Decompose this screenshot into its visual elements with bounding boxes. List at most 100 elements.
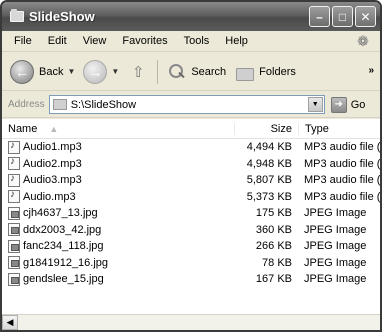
close-button[interactable]: ✕ [355, 6, 376, 27]
file-name-cell: Audio2.mp3 [2, 157, 234, 171]
file-size: 266 KB [255, 240, 292, 253]
toolbar-overflow-chevron[interactable]: » [368, 65, 374, 76]
address-bar: Address S:\SlideShow ▼ ➜ Go [2, 92, 380, 118]
image-file-icon [8, 272, 20, 286]
menu-file[interactable]: File [6, 35, 40, 47]
folders-button[interactable]: Folders [230, 62, 300, 82]
image-file-icon [8, 223, 20, 237]
file-name: ddx2003_42.jpg [23, 223, 102, 236]
search-icon [166, 62, 186, 82]
horizontal-scrollbar[interactable]: ◀ [2, 314, 380, 330]
file-name-cell: g1841912_16.jpg [2, 256, 234, 270]
up-button[interactable]: ⇧ [123, 61, 153, 83]
table-row[interactable]: Audio.mp3 5,373 KB MP3 audio file ( [2, 189, 380, 206]
file-type: MP3 audio file ( [304, 157, 380, 170]
file-name-cell: Audio1.mp3 [2, 140, 234, 154]
menu-view[interactable]: View [75, 35, 115, 47]
image-file-icon [8, 256, 20, 270]
windows-flag-icon: ❁ [357, 33, 369, 49]
folder-up-icon: ⇧ [132, 63, 145, 81]
file-size: 5,807 KB [246, 174, 292, 187]
column-header-name[interactable]: Name ▲ [2, 123, 234, 135]
file-size: 4,494 KB [246, 141, 292, 154]
address-label: Address [8, 99, 45, 110]
file-name-cell: ddx2003_42.jpg [2, 223, 234, 237]
file-type: MP3 audio file ( [304, 174, 380, 187]
audio-file-icon [8, 157, 20, 171]
file-name: gendslee_15.jpg [23, 273, 104, 286]
file-size: 167 KB [255, 273, 292, 286]
forward-dropdown-icon[interactable]: ▼ [111, 67, 119, 76]
menu-help[interactable]: Help [217, 35, 256, 47]
table-row[interactable]: ddx2003_42.jpg 360 KB JPEG Image [2, 222, 380, 239]
file-size: 360 KB [255, 223, 292, 236]
file-name: Audio.mp3 [23, 190, 76, 203]
file-name: fanc234_118.jpg [23, 240, 104, 253]
scroll-left-icon[interactable]: ◀ [2, 315, 18, 330]
forward-button[interactable]: → ▼ [79, 59, 123, 84]
title-bar[interactable]: SlideShow – □ ✕ [2, 2, 380, 31]
table-row[interactable]: cjh4637_13.jpg 175 KB JPEG Image [2, 205, 380, 222]
go-button[interactable]: ➜ Go [330, 96, 366, 113]
table-row[interactable]: gendslee_15.jpg 167 KB JPEG Image [2, 271, 380, 288]
go-arrow-icon: ➜ [330, 96, 347, 113]
file-size: 5,373 KB [246, 190, 292, 203]
file-type: MP3 audio file ( [304, 190, 380, 203]
file-type: JPEG Image [304, 240, 367, 253]
minimize-icon: – [316, 9, 323, 24]
maximize-button[interactable]: □ [332, 6, 353, 27]
folders-icon [234, 62, 255, 82]
column-header-type[interactable]: Type [298, 122, 380, 135]
file-type: JPEG Image [304, 273, 367, 286]
address-dropdown-icon[interactable]: ▼ [307, 97, 323, 112]
table-row[interactable]: Audio2.mp3 4,948 KB MP3 audio file ( [2, 156, 380, 173]
file-type: JPEG Image [304, 207, 367, 220]
maximize-icon: □ [338, 9, 347, 24]
toolbar: ← Back ▼ → ▼ ⇧ Search Folders » [2, 53, 380, 91]
explorer-window: SlideShow – □ ✕ File Edit View Favorites… [0, 0, 382, 332]
file-name: Audio3.mp3 [23, 174, 82, 187]
column-header-name-label: Name [8, 122, 38, 135]
image-file-icon [8, 206, 20, 220]
file-name-cell: cjh4637_13.jpg [2, 206, 234, 220]
file-name-cell: Audio3.mp3 [2, 173, 234, 187]
audio-file-icon [8, 173, 20, 187]
image-file-icon [8, 239, 20, 253]
menu-tools[interactable]: Tools [176, 35, 218, 47]
go-label: Go [350, 98, 366, 111]
back-dropdown-icon[interactable]: ▼ [67, 67, 75, 76]
search-button[interactable]: Search [162, 62, 230, 82]
table-row[interactable]: Audio3.mp3 5,807 KB MP3 audio file ( [2, 172, 380, 189]
back-button[interactable]: ← Back ▼ [6, 59, 79, 84]
file-size: 4,948 KB [246, 157, 292, 170]
file-type: JPEG Image [304, 256, 367, 269]
toolbar-separator [157, 59, 159, 84]
file-name-cell: fanc234_118.jpg [2, 239, 234, 253]
search-label: Search [191, 65, 227, 78]
sort-ascending-icon: ▲ [49, 123, 59, 134]
column-header-size[interactable]: Size [234, 122, 298, 135]
table-row[interactable]: g1841912_16.jpg 78 KB JPEG Image [2, 255, 380, 272]
menu-bar: File Edit View Favorites Tools Help ❁ [2, 31, 380, 52]
file-size: 175 KB [255, 207, 292, 220]
menu-favorites[interactable]: Favorites [114, 35, 175, 47]
file-name: g1841912_16.jpg [23, 256, 109, 269]
address-field[interactable]: S:\SlideShow ▼ [48, 95, 325, 114]
window-title: SlideShow [29, 9, 95, 24]
table-row[interactable]: Audio1.mp3 4,494 KB MP3 audio file ( [2, 139, 380, 156]
back-label: Back [39, 65, 64, 78]
minimize-button[interactable]: – [309, 6, 330, 27]
menu-edit[interactable]: Edit [40, 35, 75, 47]
file-name-cell: Audio.mp3 [2, 190, 234, 204]
forward-arrow-icon: → [83, 59, 108, 84]
file-size: 78 KB [262, 256, 292, 269]
file-name: cjh4637_13.jpg [23, 207, 98, 220]
file-name-cell: gendslee_15.jpg [2, 272, 234, 286]
table-row[interactable]: fanc234_118.jpg 266 KB JPEG Image [2, 238, 380, 255]
folder-icon [52, 99, 67, 110]
folder-icon [10, 9, 24, 22]
close-icon: ✕ [360, 9, 371, 24]
caption-buttons: – □ ✕ [309, 6, 376, 27]
audio-file-icon [8, 190, 20, 204]
file-type: JPEG Image [304, 223, 367, 236]
